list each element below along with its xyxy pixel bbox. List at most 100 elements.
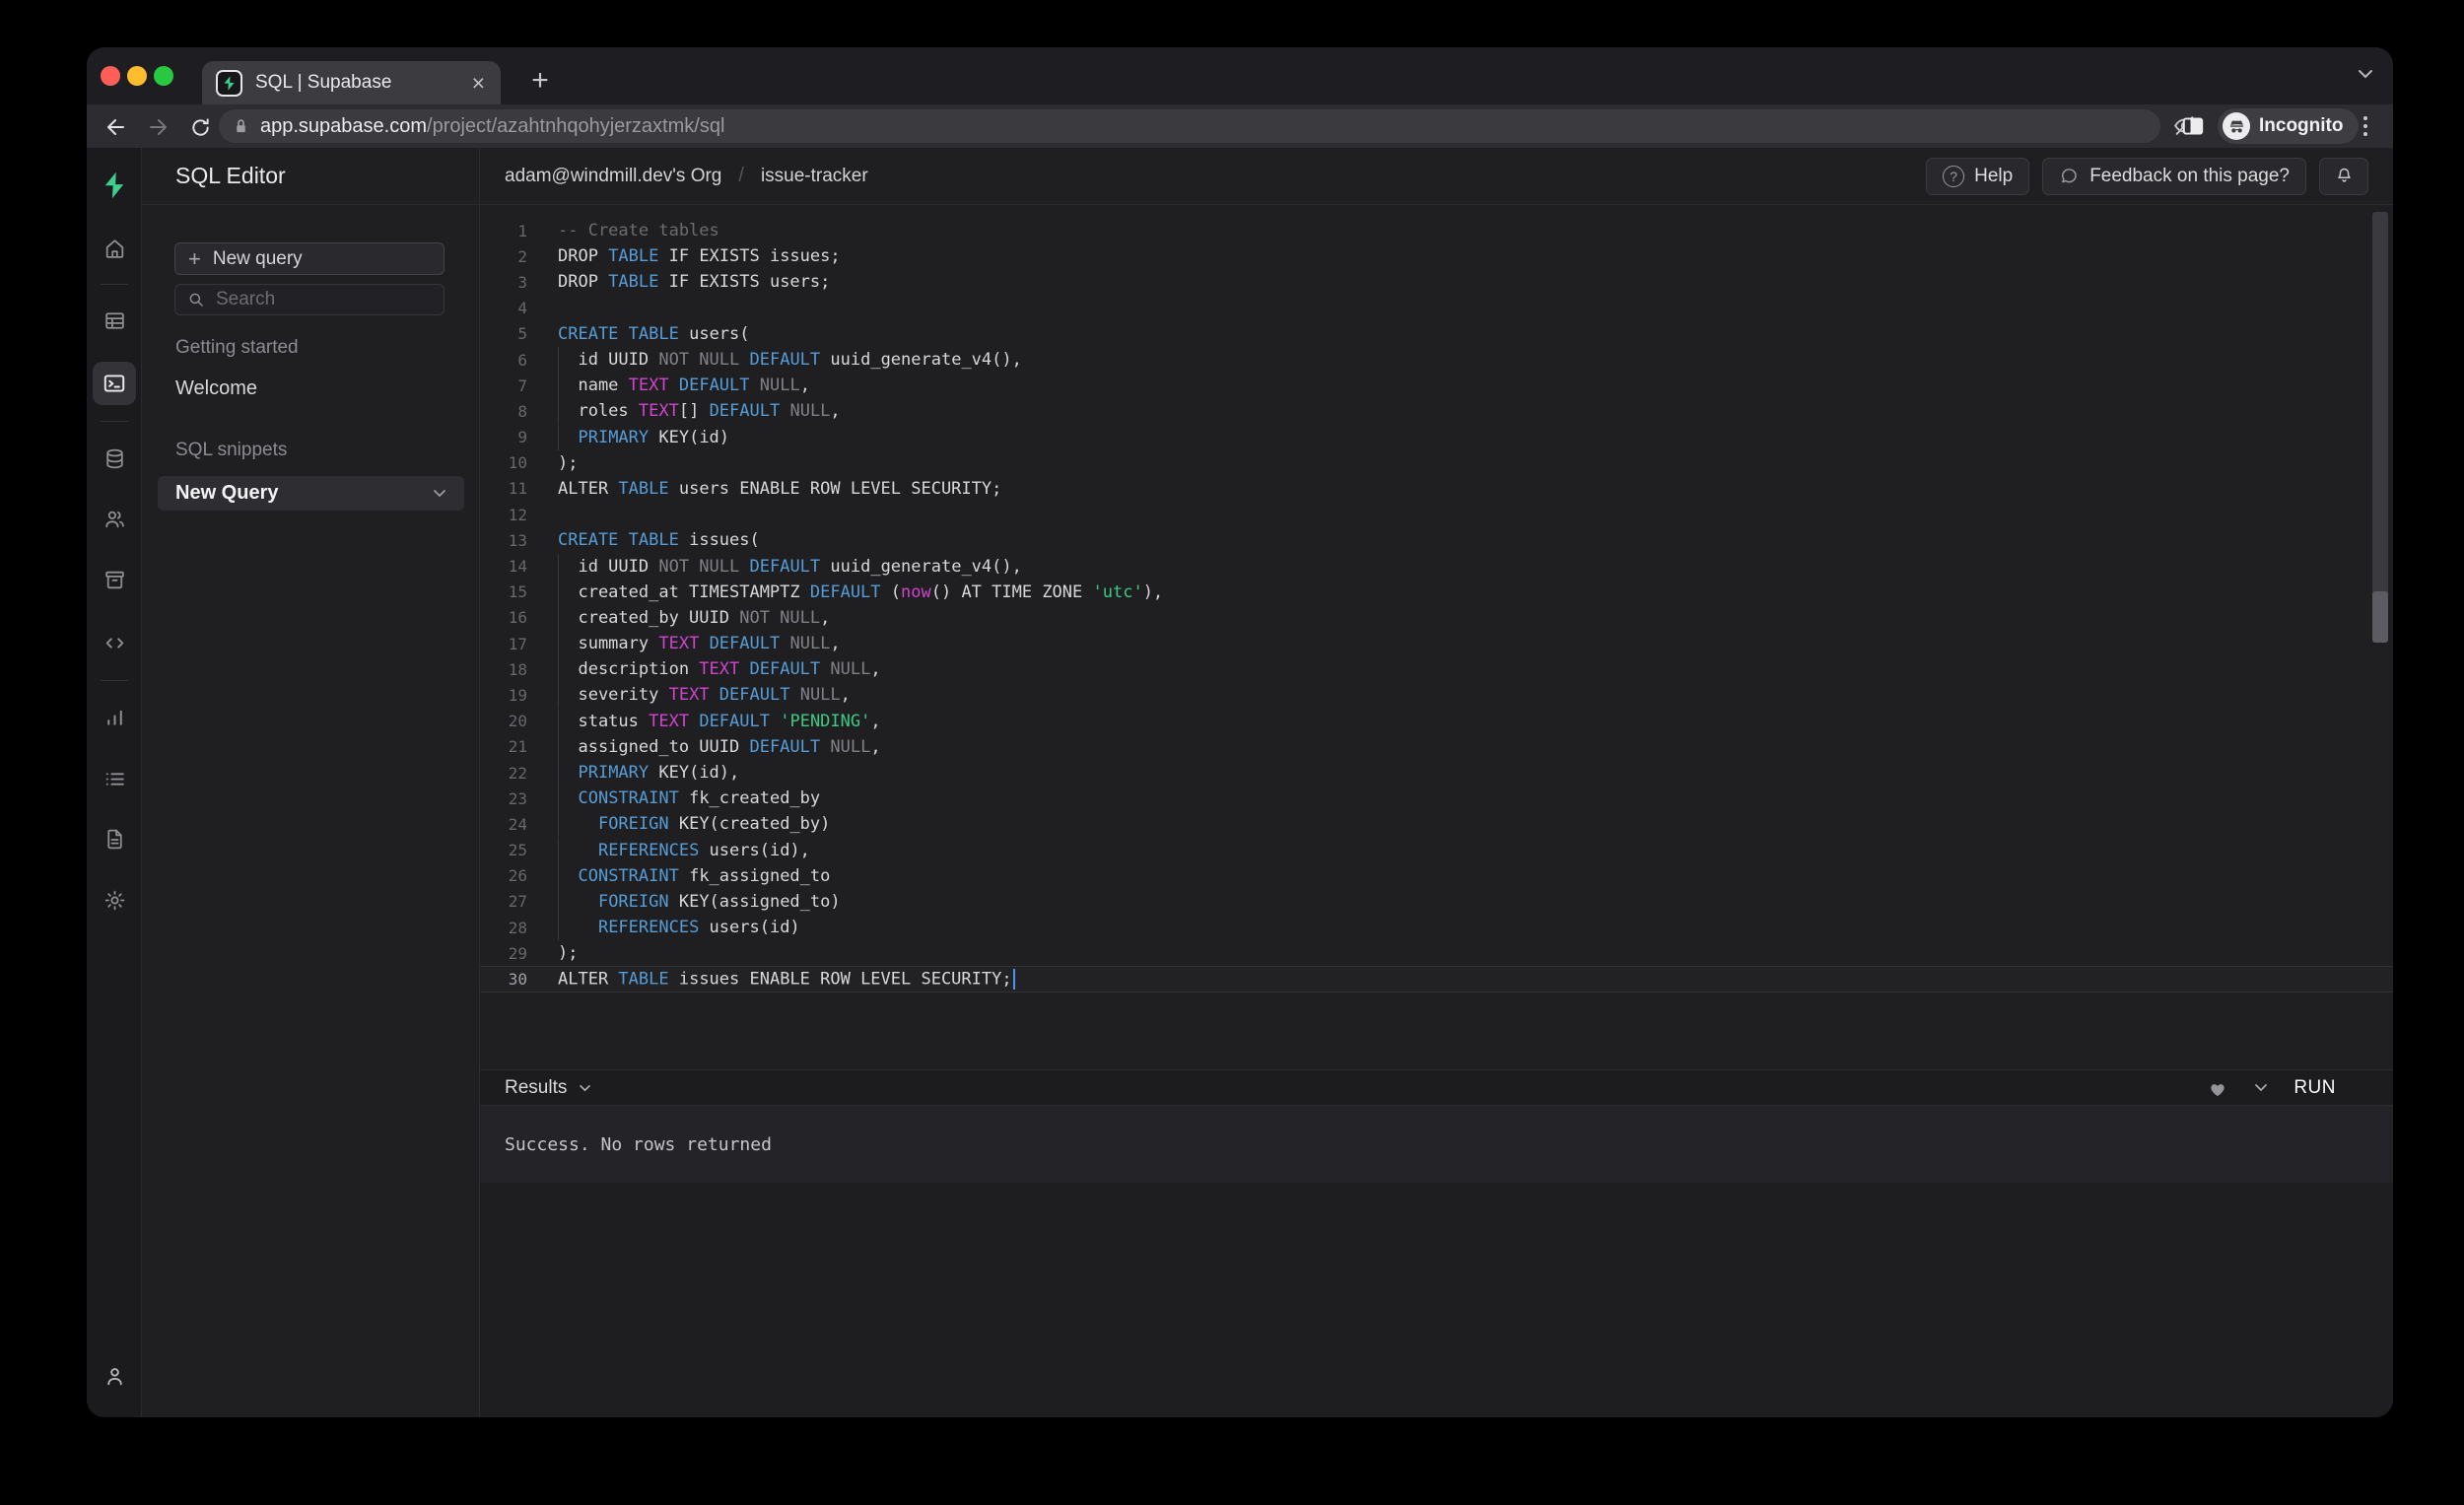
code-line[interactable]: 20 status TEXT DEFAULT 'PENDING', bbox=[480, 709, 2393, 734]
home-icon[interactable] bbox=[95, 229, 134, 268]
database-icon[interactable] bbox=[95, 439, 134, 478]
traffic-close-button[interactable] bbox=[101, 66, 120, 86]
code-line[interactable]: 3DROP TABLE IF EXISTS users; bbox=[480, 269, 2393, 295]
traffic-minimize-button[interactable] bbox=[127, 66, 147, 86]
code-line[interactable]: 17 summary TEXT DEFAULT NULL, bbox=[480, 631, 2393, 656]
code-line[interactable]: 23 CONSTRAINT fk_created_by bbox=[480, 786, 2393, 811]
code-line[interactable]: 22 PRIMARY KEY(id), bbox=[480, 760, 2393, 786]
code-line[interactable]: 14 id UUID NOT NULL DEFAULT uuid_generat… bbox=[480, 553, 2393, 579]
side-panel-icon[interactable] bbox=[2180, 113, 2206, 139]
feedback-button[interactable]: Feedback on this page? bbox=[2042, 158, 2306, 195]
sql-editor-icon[interactable] bbox=[93, 362, 136, 405]
indent-guide bbox=[558, 682, 559, 708]
indent-guide bbox=[558, 398, 559, 424]
tab-title: SQL | Supabase bbox=[255, 72, 470, 94]
breadcrumb-project[interactable]: issue-tracker bbox=[761, 166, 868, 187]
favorite-heart-icon[interactable] bbox=[2207, 1078, 2228, 1098]
section-label-getting-started: Getting started bbox=[175, 337, 299, 359]
code-line[interactable]: 10); bbox=[480, 450, 2393, 476]
code-line[interactable]: 2DROP TABLE IF EXISTS issues; bbox=[480, 243, 2393, 269]
supabase-logo-icon[interactable] bbox=[95, 166, 134, 205]
search-icon bbox=[187, 291, 205, 308]
main-header: adam@windmill.dev's Org / issue-tracker … bbox=[480, 148, 2393, 205]
forward-button[interactable] bbox=[142, 111, 173, 143]
account-person-icon[interactable] bbox=[95, 1356, 134, 1396]
code-line[interactable]: 16 created_by UUID NOT NULL, bbox=[480, 605, 2393, 631]
browser-tab[interactable]: SQL | Supabase × bbox=[202, 61, 501, 104]
new-query-button[interactable]: + New query bbox=[174, 242, 445, 275]
authentication-users-icon[interactable] bbox=[95, 499, 134, 538]
storage-icon[interactable] bbox=[95, 560, 134, 599]
help-button[interactable]: ? Help bbox=[1926, 158, 2029, 195]
run-button[interactable]: RUN bbox=[2293, 1077, 2336, 1099]
tab-close-icon[interactable]: × bbox=[470, 72, 487, 95]
settings-gear-icon[interactable] bbox=[95, 880, 134, 920]
code-line[interactable]: 1-- Create tables bbox=[480, 218, 2393, 243]
incognito-badge[interactable]: Incognito bbox=[2218, 108, 2359, 144]
chat-bubble-icon bbox=[2059, 166, 2080, 186]
line-number: 1 bbox=[480, 222, 527, 240]
run-options-chevron-icon[interactable] bbox=[2254, 1083, 2268, 1092]
scrollbar-thumb[interactable] bbox=[2372, 591, 2388, 643]
line-number: 7 bbox=[480, 376, 527, 395]
code-line[interactable]: 25 REFERENCES users(id), bbox=[480, 838, 2393, 863]
table-editor-icon[interactable] bbox=[95, 301, 134, 340]
reload-button[interactable] bbox=[184, 111, 216, 143]
main-content: adam@windmill.dev's Org / issue-tracker … bbox=[480, 148, 2393, 1417]
rail-divider bbox=[101, 680, 128, 681]
code-line[interactable]: 18 description TEXT DEFAULT NULL, bbox=[480, 656, 2393, 682]
tab-search-chevron-icon[interactable] bbox=[2358, 69, 2373, 79]
code-line[interactable]: 30ALTER TABLE issues ENABLE ROW LEVEL SE… bbox=[480, 966, 2393, 992]
code-line[interactable]: 15 created_at TIMESTAMPTZ DEFAULT (now()… bbox=[480, 580, 2393, 605]
line-number: 28 bbox=[480, 919, 527, 937]
address-bar[interactable]: app.supabase.com/project/azahtnhqohyjerz… bbox=[219, 109, 2160, 143]
results-dropdown[interactable]: Results bbox=[505, 1077, 591, 1099]
code-line[interactable]: 7 name TEXT DEFAULT NULL, bbox=[480, 373, 2393, 398]
code-line[interactable]: 8 roles TEXT[] DEFAULT NULL, bbox=[480, 398, 2393, 424]
breadcrumb-org[interactable]: adam@windmill.dev's Org bbox=[505, 166, 721, 187]
code-line[interactable]: 5CREATE TABLE users( bbox=[480, 321, 2393, 347]
page-title: SQL Editor bbox=[175, 163, 286, 189]
code-line[interactable]: 9 PRIMARY KEY(id) bbox=[480, 425, 2393, 450]
notifications-bell-icon[interactable] bbox=[2319, 158, 2368, 195]
breadcrumb-separator: / bbox=[738, 165, 744, 187]
section-label-sql-snippets: SQL snippets bbox=[175, 440, 287, 461]
line-number: 29 bbox=[480, 944, 527, 963]
incognito-icon bbox=[2223, 112, 2250, 140]
line-number: 20 bbox=[480, 712, 527, 730]
code-line[interactable]: 11ALTER TABLE users ENABLE ROW LEVEL SEC… bbox=[480, 476, 2393, 502]
rail-divider bbox=[101, 284, 128, 285]
code-line[interactable]: 13CREATE TABLE issues( bbox=[480, 527, 2393, 553]
code-line[interactable]: 21 assigned_to UUID DEFAULT NULL, bbox=[480, 734, 2393, 760]
code-line[interactable]: 6 id UUID NOT NULL DEFAULT uuid_generate… bbox=[480, 347, 2393, 373]
reports-chart-icon[interactable] bbox=[95, 697, 134, 736]
back-button[interactable] bbox=[101, 111, 132, 143]
plus-icon: + bbox=[188, 246, 201, 272]
line-number: 8 bbox=[480, 402, 527, 421]
code-line[interactable]: 12 bbox=[480, 502, 2393, 527]
traffic-zoom-button[interactable] bbox=[154, 66, 173, 86]
new-tab-button[interactable]: + bbox=[520, 61, 560, 101]
browser-toolbar: app.supabase.com/project/azahtnhqohyjerz… bbox=[87, 104, 2393, 148]
docs-file-icon[interactable] bbox=[95, 819, 134, 858]
code-line[interactable]: 27 FOREIGN KEY(assigned_to) bbox=[480, 889, 2393, 915]
logs-list-icon[interactable] bbox=[95, 759, 134, 798]
sql-code-editor[interactable]: 1-- Create tables2DROP TABLE IF EXISTS i… bbox=[480, 205, 2393, 1069]
editor-scrollbar[interactable] bbox=[2372, 212, 2388, 643]
code-line[interactable]: 4 bbox=[480, 296, 2393, 321]
query-result-message-row: Success. No rows returned bbox=[480, 1106, 2393, 1183]
code-line[interactable]: 29); bbox=[480, 940, 2393, 966]
edge-functions-code-icon[interactable] bbox=[95, 623, 134, 662]
code-line[interactable]: 24 FOREIGN KEY(created_by) bbox=[480, 811, 2393, 837]
line-number: 3 bbox=[480, 273, 527, 292]
code-line[interactable]: 26 CONSTRAINT fk_assigned_to bbox=[480, 863, 2393, 889]
sidebar-item-welcome[interactable]: Welcome bbox=[175, 377, 257, 400]
code-line[interactable]: 19 severity TEXT DEFAULT NULL, bbox=[480, 682, 2393, 708]
chevron-down-icon[interactable] bbox=[433, 489, 446, 498]
browser-menu-icon[interactable] bbox=[2352, 112, 2379, 140]
code-line[interactable]: 28 REFERENCES users(id) bbox=[480, 915, 2393, 940]
sidebar-item-new-query[interactable]: New Query bbox=[158, 476, 464, 511]
indent-guide bbox=[558, 425, 559, 450]
search-input[interactable]: Search bbox=[174, 284, 445, 315]
line-number: 25 bbox=[480, 841, 527, 859]
